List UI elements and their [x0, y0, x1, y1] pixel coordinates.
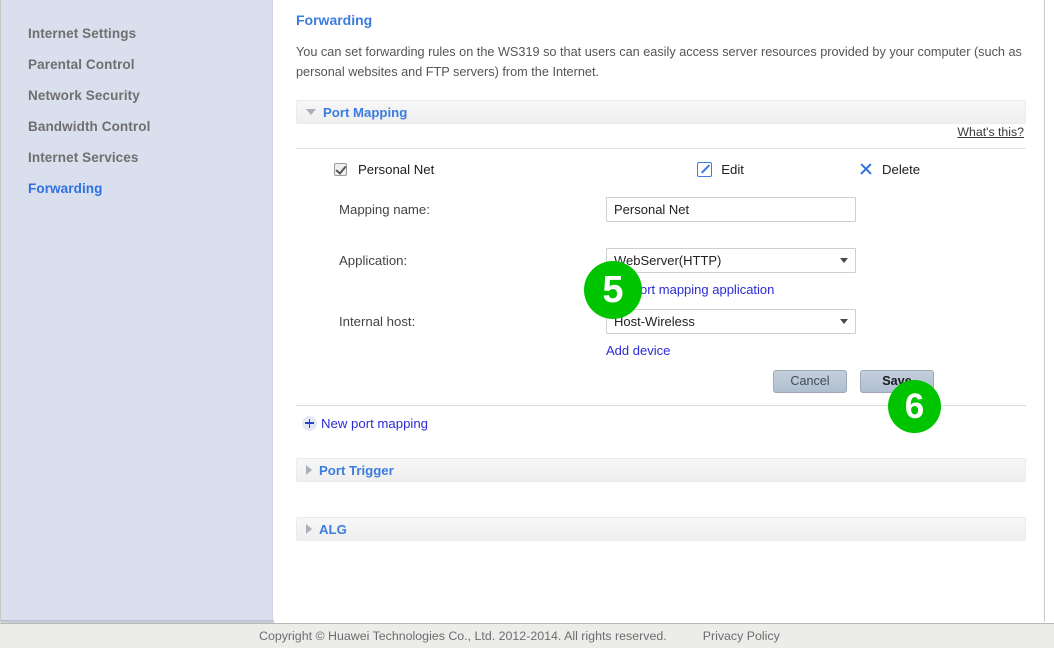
sidebar-item-forwarding[interactable]: Forwarding	[1, 173, 272, 204]
edit-label: Edit	[721, 161, 744, 177]
application-select[interactable]: WebServer(HTTP)	[606, 248, 856, 273]
sidebar-item-label: Forwarding	[28, 181, 103, 196]
form-row-application: Application: WebServer(HTTP) Add port ma…	[296, 248, 1026, 297]
sidebar-item-label: Bandwidth Control	[28, 119, 151, 134]
page-title: Forwarding	[296, 12, 373, 28]
whats-this-link[interactable]: What's this?	[957, 125, 1024, 139]
section-title: Port Trigger	[319, 462, 394, 478]
section-header-port-trigger[interactable]: Port Trigger	[296, 458, 1026, 482]
add-device-link[interactable]: Add device	[606, 343, 670, 358]
section-gap-2b	[296, 500, 1026, 517]
internal-host-select[interactable]: Host-Wireless	[606, 309, 856, 334]
sidebar-nav-list: Internet Settings Parental Control Netwo…	[1, 0, 272, 204]
section-gap-2	[296, 482, 1026, 500]
chevron-right-icon	[306, 465, 312, 475]
footer-copyright: Copyright © Huawei Technologies Co., Ltd…	[259, 629, 667, 643]
mapping-name-input[interactable]	[606, 197, 856, 222]
close-x-icon	[859, 162, 873, 176]
sidebar-item-label: Network Security	[28, 88, 140, 103]
footer: Copyright © Huawei Technologies Co., Ltd…	[0, 623, 1054, 648]
section-title: Port Mapping	[323, 104, 408, 120]
privacy-policy-link[interactable]: Privacy Policy	[703, 629, 780, 643]
step-badge-6: 6	[888, 380, 941, 433]
step-badge-5: 5	[584, 261, 642, 319]
sidebar-item-internet-settings[interactable]: Internet Settings	[1, 18, 272, 49]
application-select-wrap: WebServer(HTTP)	[606, 248, 856, 273]
section-header-alg[interactable]: ALG	[296, 517, 1026, 541]
internal-host-select-wrap: Host-Wireless	[606, 309, 856, 334]
sidebar-item-network-security[interactable]: Network Security	[1, 80, 272, 111]
delete-button[interactable]: Delete	[859, 162, 920, 177]
internal-host-field-wrap: Host-Wireless Add device	[606, 309, 856, 358]
chevron-right-icon	[306, 524, 312, 534]
section-title: ALG	[319, 521, 347, 537]
page-right-border	[1044, 0, 1045, 622]
edit-button[interactable]: Edit	[697, 161, 744, 177]
form-gap-2	[296, 297, 1026, 309]
form-row-internal-host: Internal host: Host-Wireless Add device	[296, 309, 1026, 358]
chevron-down-icon	[306, 109, 316, 115]
router-admin-page: Internet Settings Parental Control Netwo…	[0, 0, 1054, 648]
form-gap-1	[296, 236, 1026, 248]
mapping-name-label: Mapping name:	[339, 202, 430, 217]
rule-checkbox[interactable]	[334, 162, 347, 176]
main-content: Forwarding You can set forwarding rules …	[275, 0, 1044, 621]
section-header-port-mapping[interactable]: Port Mapping	[296, 100, 1026, 124]
pencil-square-icon	[697, 161, 713, 177]
whats-this-row: What's this?	[296, 124, 1026, 148]
mapping-name-field-wrap	[606, 197, 856, 222]
application-field-wrap: WebServer(HTTP) Add port mapping applica…	[606, 248, 856, 297]
application-label: Application:	[339, 253, 408, 268]
sidebar-item-label: Internet Settings	[28, 26, 137, 41]
internal-host-label: Internal host:	[339, 314, 416, 329]
page-description: You can set forwarding rules on the WS31…	[296, 45, 1022, 79]
cancel-button[interactable]: Cancel	[773, 370, 847, 393]
plus-circle-icon	[302, 415, 317, 431]
section-gap-1	[296, 440, 1026, 458]
rule-name-label: Personal Net	[358, 161, 435, 177]
sidebar-item-internet-services[interactable]: Internet Services	[1, 142, 272, 173]
form-row-mapping-name: Mapping name:	[296, 197, 1026, 236]
sidebar-item-parental-control[interactable]: Parental Control	[1, 49, 272, 80]
sidebar-item-label: Parental Control	[28, 57, 135, 72]
delete-label: Delete	[881, 161, 921, 177]
sidebar-item-bandwidth-control[interactable]: Bandwidth Control	[1, 111, 272, 142]
sidebar: Internet Settings Parental Control Netwo…	[1, 0, 273, 621]
sidebar-item-label: Internet Services	[28, 150, 139, 165]
port-mapping-form: Mapping name: Application: WebServer(HTT…	[296, 189, 1026, 393]
content-inner: Forwarding You can set forwarding rules …	[275, 0, 1044, 541]
new-port-mapping-label: New port mapping	[321, 415, 429, 431]
table-row: Personal Net Edit Delete	[296, 149, 1026, 189]
